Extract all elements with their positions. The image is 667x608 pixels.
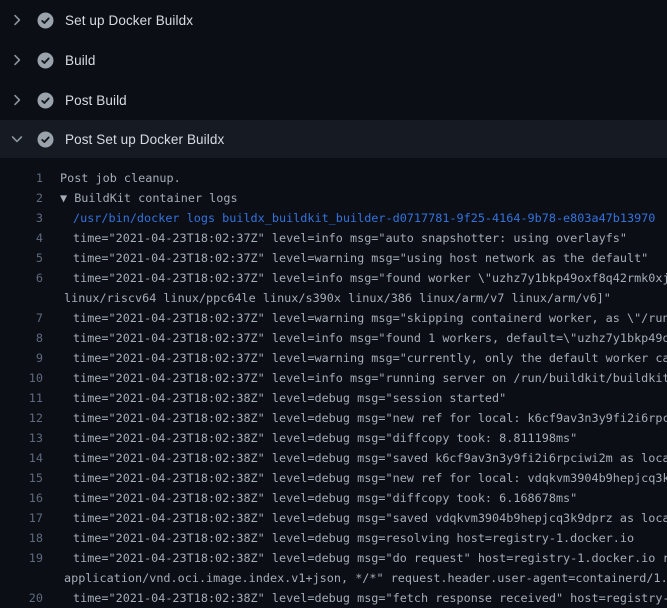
log-text: time="2021-04-23T18:02:38Z" level=debug … bbox=[43, 411, 667, 425]
line-number[interactable]: 3 bbox=[0, 211, 43, 225]
line-number[interactable]: 1 bbox=[0, 171, 43, 185]
log-text: time="2021-04-23T18:02:38Z" level=debug … bbox=[43, 431, 577, 445]
line-number[interactable]: 19 bbox=[0, 551, 43, 565]
log-row: 17time="2021-04-23T18:02:38Z" level=debu… bbox=[0, 508, 667, 528]
log-row: 12time="2021-04-23T18:02:38Z" level=debu… bbox=[0, 408, 667, 428]
step-row-build[interactable]: Build bbox=[0, 40, 667, 80]
log-row: 4time="2021-04-23T18:02:37Z" level=info … bbox=[0, 228, 667, 248]
log-row: 18time="2021-04-23T18:02:38Z" level=debu… bbox=[0, 528, 667, 548]
log-text: time="2021-04-23T18:02:38Z" level=debug … bbox=[43, 551, 667, 565]
step-title: Post Build bbox=[65, 93, 127, 108]
log-row: 20time="2021-04-23T18:02:38Z" level=debu… bbox=[0, 588, 667, 608]
log-row: 7time="2021-04-23T18:02:37Z" level=warni… bbox=[0, 308, 667, 328]
step-row-setup-docker-buildx[interactable]: Set up Docker Buildx bbox=[0, 0, 667, 40]
step-title: Build bbox=[65, 53, 96, 68]
line-number[interactable]: 16 bbox=[0, 491, 43, 505]
step-list: Set up Docker Buildx Build Post Build Po… bbox=[0, 0, 667, 158]
line-number[interactable]: 6 bbox=[0, 271, 43, 285]
chevron-right-icon bbox=[9, 12, 25, 28]
line-number[interactable]: 8 bbox=[0, 331, 43, 345]
log-row-wrap: linux/riscv64 linux/ppc64le linux/s390x … bbox=[0, 288, 667, 308]
log-text: linux/riscv64 linux/ppc64le linux/s390x … bbox=[43, 291, 611, 305]
log-text: time="2021-04-23T18:02:38Z" level=debug … bbox=[43, 451, 667, 465]
log-row: 1Post job cleanup. bbox=[0, 168, 667, 188]
line-number[interactable]: 5 bbox=[0, 251, 43, 265]
line-number[interactable]: 12 bbox=[0, 411, 43, 425]
log-group-toggle[interactable]: ▼ BuildKit container logs bbox=[43, 191, 238, 205]
line-number[interactable]: 2 bbox=[0, 191, 43, 205]
log-row: 15time="2021-04-23T18:02:38Z" level=debu… bbox=[0, 468, 667, 488]
chevron-right-icon bbox=[9, 52, 25, 68]
log-text: time="2021-04-23T18:02:37Z" level=info m… bbox=[43, 271, 667, 285]
line-number[interactable]: 11 bbox=[0, 391, 43, 405]
log-text: time="2021-04-23T18:02:38Z" level=debug … bbox=[43, 591, 667, 605]
log-row: 14time="2021-04-23T18:02:38Z" level=debu… bbox=[0, 448, 667, 468]
chevron-right-icon bbox=[9, 92, 25, 108]
log-text: time="2021-04-23T18:02:38Z" level=debug … bbox=[43, 491, 577, 505]
log-text: time="2021-04-23T18:02:37Z" level=info m… bbox=[43, 331, 667, 345]
log-row-wrap: application/vnd.oci.image.index.v1+json,… bbox=[0, 568, 667, 588]
check-circle-icon bbox=[37, 52, 54, 69]
log-text: time="2021-04-23T18:02:37Z" level=warnin… bbox=[43, 311, 667, 325]
line-number[interactable]: 10 bbox=[0, 371, 43, 385]
log-row: 10time="2021-04-23T18:02:37Z" level=info… bbox=[0, 368, 667, 388]
step-row-post-setup-docker-buildx[interactable]: Post Set up Docker Buildx bbox=[0, 120, 667, 158]
log-text: time="2021-04-23T18:02:38Z" level=debug … bbox=[43, 511, 667, 525]
log-row: 2▼ BuildKit container logs bbox=[0, 188, 667, 208]
line-number[interactable]: 4 bbox=[0, 231, 43, 245]
log-text: time="2021-04-23T18:02:38Z" level=debug … bbox=[43, 471, 667, 485]
line-number[interactable]: 20 bbox=[0, 591, 43, 605]
log-row: 9time="2021-04-23T18:02:37Z" level=warni… bbox=[0, 348, 667, 368]
log-row: 11time="2021-04-23T18:02:38Z" level=debu… bbox=[0, 388, 667, 408]
line-number[interactable]: 18 bbox=[0, 531, 43, 545]
log-text: time="2021-04-23T18:02:37Z" level=info m… bbox=[43, 231, 627, 245]
log-lines: 1Post job cleanup.2▼ BuildKit container … bbox=[0, 158, 667, 608]
log-text: time="2021-04-23T18:02:38Z" level=debug … bbox=[43, 391, 506, 405]
step-title: Set up Docker Buildx bbox=[65, 13, 193, 28]
log-row: 6time="2021-04-23T18:02:37Z" level=info … bbox=[0, 268, 667, 288]
line-number[interactable]: 14 bbox=[0, 451, 43, 465]
log-row: 16time="2021-04-23T18:02:38Z" level=debu… bbox=[0, 488, 667, 508]
chevron-down-icon bbox=[9, 131, 25, 147]
log-row: 3/usr/bin/docker logs buildx_buildkit_bu… bbox=[0, 208, 667, 228]
check-circle-icon bbox=[37, 12, 54, 29]
line-number[interactable]: 13 bbox=[0, 431, 43, 445]
log-text: time="2021-04-23T18:02:38Z" level=debug … bbox=[43, 531, 634, 545]
log-row: 19time="2021-04-23T18:02:38Z" level=debu… bbox=[0, 548, 667, 568]
check-circle-icon bbox=[37, 131, 54, 148]
log-row: 8time="2021-04-23T18:02:37Z" level=info … bbox=[0, 328, 667, 348]
step-title: Post Set up Docker Buildx bbox=[65, 132, 224, 147]
check-circle-icon bbox=[37, 92, 54, 109]
log-text: time="2021-04-23T18:02:37Z" level=warnin… bbox=[43, 351, 667, 365]
log-row: 5time="2021-04-23T18:02:37Z" level=warni… bbox=[0, 248, 667, 268]
line-number[interactable]: 17 bbox=[0, 511, 43, 525]
log-text: Post job cleanup. bbox=[43, 171, 181, 185]
log-text: time="2021-04-23T18:02:37Z" level=info m… bbox=[43, 371, 667, 385]
log-text: time="2021-04-23T18:02:37Z" level=warnin… bbox=[43, 251, 648, 265]
log-text: application/vnd.oci.image.index.v1+json,… bbox=[43, 571, 667, 585]
log-row: 13time="2021-04-23T18:02:38Z" level=debu… bbox=[0, 428, 667, 448]
line-number[interactable]: 9 bbox=[0, 351, 43, 365]
log-command-text: /usr/bin/docker logs buildx_buildkit_bui… bbox=[43, 211, 655, 225]
line-number[interactable]: 7 bbox=[0, 311, 43, 325]
step-row-post-build[interactable]: Post Build bbox=[0, 80, 667, 120]
line-number[interactable]: 15 bbox=[0, 471, 43, 485]
